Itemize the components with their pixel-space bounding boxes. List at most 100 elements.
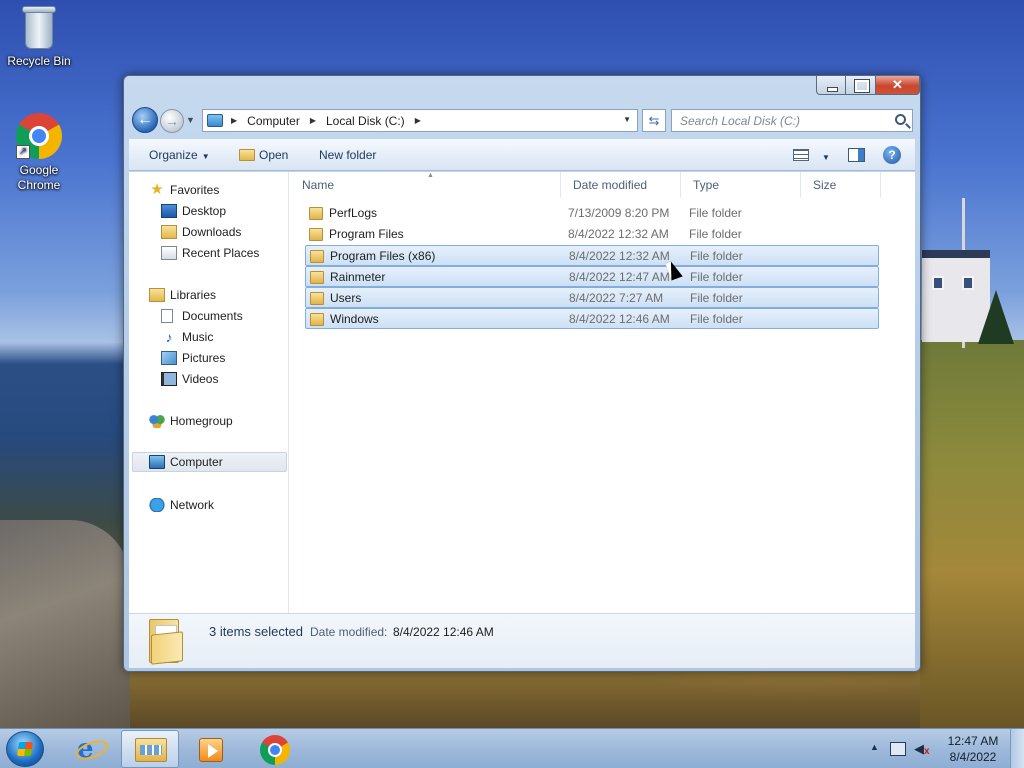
nav-label: Homegroup <box>170 414 233 428</box>
help-icon[interactable]: ? <box>883 146 901 164</box>
recent-pages-dropdown[interactable]: ▼ <box>186 115 195 125</box>
column-label: Type <box>693 178 720 192</box>
show-hidden-icons-icon[interactable]: ▲ <box>870 742 879 752</box>
nav-documents[interactable]: Documents <box>129 306 289 326</box>
close-button[interactable]: ✕ <box>876 76 920 95</box>
nav-label: Videos <box>182 372 219 386</box>
breadcrumb-separator-icon[interactable]: ▶ <box>231 116 237 125</box>
computer-icon <box>207 114 223 127</box>
address-dropdown-icon[interactable]: ▼ <box>623 115 631 124</box>
organize-button[interactable]: Organize ▼ <box>149 148 210 162</box>
minimize-button[interactable] <box>816 76 846 95</box>
navigation-pane[interactable]: ★ Favorites Desktop Downloads Recent Plac… <box>129 172 289 613</box>
taskbar-google-chrome[interactable] <box>245 730 303 768</box>
taskbar: e ▲ ◀ 12:47 AM 8/4/2022 <box>0 728 1024 768</box>
file-row-selected[interactable]: Users 8/4/2022 7:27 AM File folder <box>305 287 879 308</box>
maximize-button[interactable] <box>846 76 876 95</box>
nav-homegroup[interactable]: Homegroup <box>129 411 289 431</box>
organize-label: Organize <box>149 148 198 162</box>
start-button[interactable] <box>6 731 44 767</box>
volume-muted-icon[interactable]: ◀ <box>914 741 932 760</box>
desktop-icon-google-chrome[interactable]: ↗ Google Chrome <box>1 113 77 193</box>
file-name: Users <box>330 291 362 305</box>
taskbar-internet-explorer[interactable]: e <box>60 730 118 768</box>
clock-time: 12:47 AM <box>947 734 999 748</box>
file-type: File folder <box>690 249 743 263</box>
network-tray-icon[interactable] <box>890 742 906 756</box>
breadcrumb-computer[interactable]: Computer <box>245 114 302 128</box>
address-bar[interactable]: ▶ Computer ▶ Local Disk (C:) ▶ ▼ <box>202 109 638 132</box>
nav-pictures[interactable]: Pictures <box>129 348 289 368</box>
refresh-button[interactable]: ⇆ <box>642 109 666 132</box>
house-window <box>932 276 944 290</box>
column-header-name[interactable]: Name <box>290 172 561 198</box>
file-row[interactable]: Program Files 8/4/2022 12:32 AM File fol… <box>305 224 879 245</box>
nav-videos[interactable]: Videos <box>129 369 289 389</box>
nav-recent-places[interactable]: Recent Places <box>129 243 289 263</box>
nav-label: Downloads <box>182 225 242 239</box>
nav-label: Desktop <box>182 204 227 218</box>
taskbar-media-player[interactable] <box>182 730 240 768</box>
nav-label: Favorites <box>170 183 220 197</box>
taskbar-windows-explorer[interactable] <box>121 730 179 768</box>
nav-label: Recent Places <box>182 246 260 260</box>
folder-icon <box>310 271 324 284</box>
open-button[interactable]: Open <box>239 148 288 162</box>
file-list[interactable]: ▲ Name Date modified Type Size PerfLogs … <box>290 172 915 613</box>
desktop-icon-recycle-bin[interactable]: Recycle Bin <box>1 6 77 68</box>
wallpaper-tree <box>978 290 1014 344</box>
selection-count: 3 items selected <box>209 624 303 639</box>
file-name: PerfLogs <box>329 206 378 220</box>
file-row-selected[interactable]: Windows 8/4/2022 12:46 AM File folder <box>305 308 879 329</box>
new-folder-button[interactable]: New folder <box>319 148 376 162</box>
chevron-down-icon: ▼ <box>201 152 210 161</box>
folder-icon <box>310 250 324 263</box>
preview-pane-icon[interactable] <box>848 148 865 162</box>
back-button[interactable]: ← <box>132 107 158 133</box>
selected-folder-icon <box>149 619 183 665</box>
change-view-icon[interactable] <box>793 149 809 161</box>
folder-icon <box>309 207 323 220</box>
column-header-size[interactable]: Size <box>801 172 881 198</box>
internet-explorer-icon: e <box>77 736 103 762</box>
shortcut-arrow-icon: ↗ <box>16 145 30 159</box>
nav-desktop[interactable]: Desktop <box>129 201 289 221</box>
search-input[interactable]: Search Local Disk (C:) <box>671 109 913 132</box>
breadcrumb-separator-icon[interactable]: ▶ <box>415 116 421 125</box>
windows-explorer-icon <box>135 738 167 762</box>
column-header-type[interactable]: Type <box>681 172 801 198</box>
nav-downloads[interactable]: Downloads <box>129 222 289 242</box>
wallpaper-field <box>920 340 1024 728</box>
forward-button[interactable]: → <box>160 109 184 133</box>
search-placeholder: Search Local Disk (C:) <box>680 114 801 128</box>
system-clock[interactable]: 12:47 AM 8/4/2022 <box>940 733 1006 765</box>
nav-label: Documents <box>182 309 243 323</box>
file-name: Rainmeter <box>330 270 386 284</box>
nav-favorites[interactable]: ★ Favorites <box>129 180 289 200</box>
column-header-date-modified[interactable]: Date modified <box>561 172 681 198</box>
homegroup-icon <box>149 414 165 428</box>
file-row[interactable]: PerfLogs 7/13/2009 8:20 PM File folder <box>305 203 879 224</box>
breadcrumb-local-disk[interactable]: Local Disk (C:) <box>324 114 407 128</box>
file-name: Program Files <box>329 227 404 241</box>
house-window <box>962 276 974 290</box>
nav-computer[interactable]: Computer <box>132 452 287 472</box>
command-bar: Organize ▼ Open New folder ▼ ? <box>129 139 915 171</box>
search-icon[interactable] <box>895 114 906 125</box>
nav-network[interactable]: Network <box>129 495 289 515</box>
date-modified-label: Date modified: <box>310 625 388 639</box>
file-date: 8/4/2022 12:46 AM <box>569 312 670 326</box>
recent-places-icon <box>161 246 177 260</box>
file-row-selected[interactable]: Rainmeter 8/4/2022 12:47 AM File folder <box>305 266 879 287</box>
pictures-icon <box>161 351 177 365</box>
nav-libraries[interactable]: Libraries <box>129 285 289 305</box>
nav-music[interactable]: ♪ Music <box>129 327 289 347</box>
breadcrumb-separator-icon[interactable]: ▶ <box>310 116 316 125</box>
view-options-dropdown[interactable]: ▼ <box>818 149 830 163</box>
documents-icon <box>161 309 173 323</box>
file-date: 8/4/2022 7:27 AM <box>569 291 664 305</box>
show-desktop-button[interactable] <box>1010 729 1024 768</box>
recycle-bin-icon <box>22 6 56 50</box>
file-row-selected[interactable]: Program Files (x86) 8/4/2022 12:32 AM Fi… <box>305 245 879 266</box>
nav-label: Libraries <box>170 288 217 302</box>
